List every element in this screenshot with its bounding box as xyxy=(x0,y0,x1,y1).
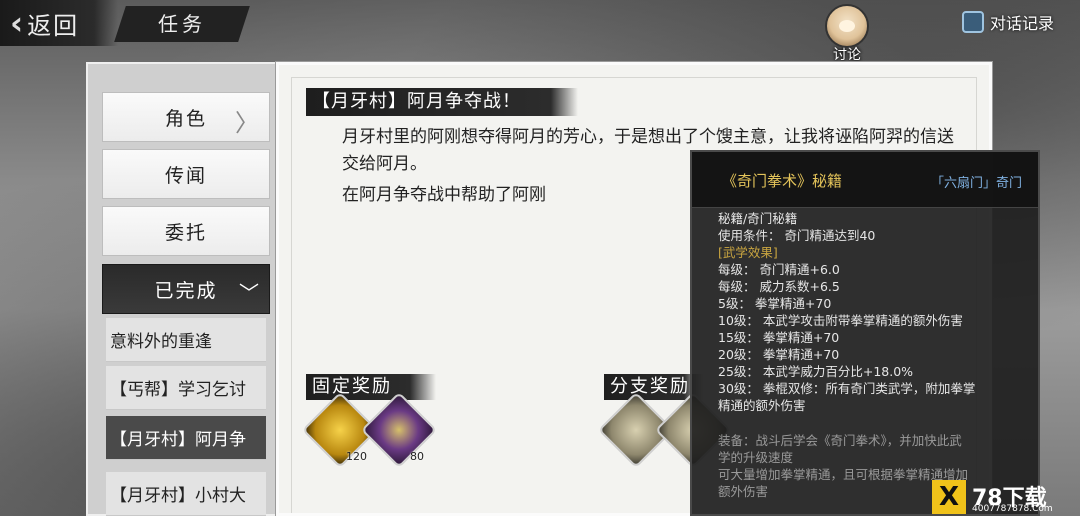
tooltip-effect: 每级： 威力系数+6.5 xyxy=(718,279,840,294)
tooltip-effect: 20级： 拳掌精通+70 xyxy=(718,347,840,362)
tooltip-effect: 精通的额外伤害 xyxy=(718,398,806,413)
chevron-left-icon: ‹ xyxy=(10,4,24,42)
quest-list-item-selected[interactable]: 【月牙村】阿月争 xyxy=(106,416,266,460)
back-label: 返回 xyxy=(27,11,80,40)
watermark-url: 4007787878.Com xyxy=(972,504,1053,514)
tooltip-equip-line: 可大量增加拳掌精通，且可根据拳掌精通增加 xyxy=(718,467,969,482)
fox-avatar-icon xyxy=(825,4,869,48)
branch-reward-label: 分支奖励 xyxy=(610,376,690,397)
category-completed-button[interactable]: 已完成 ﹀ xyxy=(102,264,270,314)
chevron-right-icon: 〉 xyxy=(235,109,261,137)
tooltip-requirement: 使用条件： 奇门精通达到40 xyxy=(718,228,876,243)
dialog-log-label: 对话记录 xyxy=(990,14,1055,33)
book-icon xyxy=(962,11,984,33)
tooltip-effect: 5级： 拳掌精通+70 xyxy=(718,296,832,311)
page-title: 任务 xyxy=(158,12,206,36)
tooltip-effect: 30级： 拳棍双修：所有奇门类武学，附加拳掌 xyxy=(718,381,976,396)
category-commission-button[interactable]: 委托 xyxy=(102,206,270,256)
category-role-button[interactable]: 角色 〉 xyxy=(102,92,270,142)
category-label: 委托 xyxy=(164,221,207,244)
top-bar: ‹ 返回 任务 讨论 对话记录 xyxy=(0,0,1080,63)
category-label: 传闻 xyxy=(164,164,207,187)
tooltip-effects-header: [武学效果] xyxy=(718,245,778,260)
reward-count: 120 xyxy=(346,450,367,463)
tooltip-effect: 10级： 本武学攻击附带拳掌精通的额外伤害 xyxy=(718,313,963,328)
tooltip-equip-line: 学的升级速度 xyxy=(718,450,794,465)
back-button[interactable]: ‹ 返回 xyxy=(0,0,118,46)
quest-progress: 在阿月争夺战中帮助了阿刚 xyxy=(342,185,546,205)
discuss-button[interactable]: 讨论 xyxy=(818,4,876,63)
quest-list-item[interactable]: 意料外的重逢 xyxy=(106,318,266,362)
category-label: 已完成 xyxy=(154,279,218,302)
tooltip-effect: 每级： 奇门精通+6.0 xyxy=(718,262,840,277)
dialog-log-button[interactable]: 对话记录 xyxy=(962,8,1054,36)
quest-list-item[interactable]: 【丐帮】学习乞讨 xyxy=(106,366,266,410)
quest-list-item[interactable]: 【月牙村】小村大 xyxy=(106,472,266,516)
site-watermark: X 78下载 4007787878.Com xyxy=(932,480,1080,516)
tooltip-equip-line: 装备：战斗后学会《奇门拳术》，并加快此武 xyxy=(718,433,962,448)
category-rumor-button[interactable]: 传闻 xyxy=(102,149,270,199)
quest-title: 【月牙村】阿月争夺战！ xyxy=(312,91,521,112)
tooltip-equip-line: 额外伤害 xyxy=(718,484,769,499)
tooltip-type: 秘籍/奇门秘籍 xyxy=(718,211,798,226)
chevron-down-icon: ﹀ xyxy=(239,281,261,305)
tooltip-item-name: 《奇门拳术》秘籍 xyxy=(722,172,843,190)
reward-count: 80 xyxy=(410,450,424,463)
tooltip-school: 「六扇门」奇门 xyxy=(930,176,1022,191)
tooltip-header: 《奇门拳术》秘籍 「六扇门」奇门 xyxy=(692,152,1038,208)
tooltip-effect: 15级： 拳掌精通+70 xyxy=(718,330,840,345)
category-label: 角色 xyxy=(164,107,207,130)
item-tooltip: 《奇门拳术》秘籍 「六扇门」奇门 秘籍/奇门秘籍 使用条件： 奇门精通达到40 … xyxy=(690,150,1040,516)
tooltip-effect: 25级： 本武学威力百分比+18.0% xyxy=(718,364,914,379)
fixed-reward-label: 固定奖励 xyxy=(312,376,392,397)
watermark-logo-icon: X xyxy=(932,480,966,514)
